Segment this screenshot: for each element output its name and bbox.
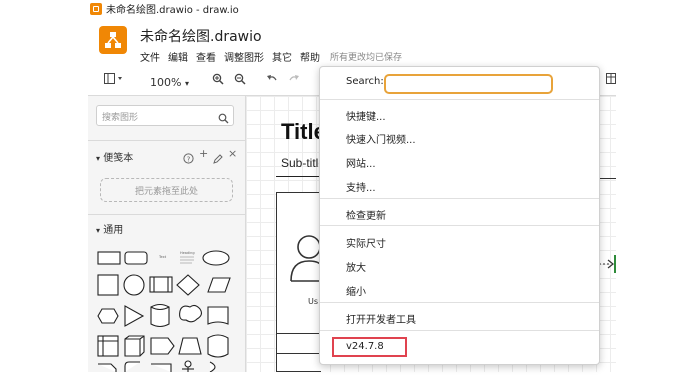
shape-heading-label: Heading bbox=[180, 251, 195, 255]
menu-separator bbox=[320, 198, 599, 199]
redo-icon[interactable] bbox=[288, 73, 300, 88]
chevron-down-icon: ▾ bbox=[184, 79, 189, 88]
view-panels-icon[interactable] bbox=[104, 73, 124, 89]
menu-item-zoom-out[interactable]: 缩小 bbox=[346, 283, 366, 298]
edit-pencil-icon[interactable] bbox=[213, 149, 223, 168]
window-titlebar: 未命名绘图.drawio - draw.io bbox=[88, 0, 616, 17]
diagram-divider bbox=[277, 353, 322, 354]
menu-item-actual-size[interactable]: 实际尺寸 bbox=[346, 235, 386, 250]
arrow-connector bbox=[599, 255, 616, 273]
close-icon[interactable]: × bbox=[228, 147, 237, 160]
menu-separator bbox=[320, 99, 599, 100]
shape-search-input[interactable]: 搜索图形 bbox=[96, 105, 234, 126]
menu-view[interactable]: 查看 bbox=[196, 49, 216, 64]
help-menu-dropdown: Search: 快捷键... 快速入门视频... 网站... 支持... 检查更… bbox=[319, 66, 600, 365]
window-title: 未命名绘图.drawio - draw.io bbox=[106, 5, 239, 16]
add-icon[interactable]: + bbox=[199, 147, 208, 160]
zoom-level[interactable]: 100% ▾ bbox=[150, 76, 189, 89]
undo-icon[interactable] bbox=[266, 73, 278, 88]
general-section-title: 通用 bbox=[103, 225, 124, 236]
scratchpad-dropzone[interactable]: 把元素拖至此处 bbox=[100, 178, 233, 202]
help-search-label: Search: bbox=[346, 76, 384, 87]
menu-item-quickstart-video[interactable]: 快速入门视频... bbox=[346, 131, 416, 146]
diagram-line bbox=[598, 178, 616, 179]
document-title[interactable]: 未命名绘图.drawio bbox=[140, 26, 262, 46]
zoom-in-icon[interactable] bbox=[212, 73, 224, 88]
shape-search-placeholder: 搜索图形 bbox=[102, 113, 139, 123]
menu-item-devtools[interactable]: 打开开发者工具 bbox=[346, 311, 416, 326]
app-version: v24.7.8 bbox=[346, 341, 384, 352]
drawio-logo-icon bbox=[99, 26, 127, 54]
diagram-container[interactable]: Us bbox=[276, 192, 323, 372]
menu-file[interactable]: 文件 bbox=[140, 49, 160, 64]
menu-edit[interactable]: 编辑 bbox=[168, 49, 188, 64]
app-header: 未命名绘图.drawio 文件 编辑 查看 调整图形 其它 帮助 所有更改均已保… bbox=[88, 17, 616, 67]
user-icon bbox=[290, 235, 323, 282]
user-label: Us bbox=[308, 297, 319, 306]
table-icon[interactable] bbox=[606, 73, 616, 88]
section-divider bbox=[88, 140, 245, 141]
section-divider bbox=[88, 214, 245, 215]
menu-separator bbox=[320, 302, 599, 303]
search-icon[interactable] bbox=[218, 109, 229, 128]
menu-help[interactable]: 帮助 bbox=[300, 49, 320, 64]
menu-arrange[interactable]: 调整图形 bbox=[224, 49, 264, 64]
chevron-down-icon: ▾ bbox=[96, 154, 101, 163]
menu-separator bbox=[320, 330, 599, 331]
dropzone-hint: 把元素拖至此处 bbox=[134, 187, 198, 197]
help-icon[interactable]: ? bbox=[183, 149, 194, 168]
menu-bar: 文件 编辑 查看 调整图形 其它 帮助 所有更改均已保存 bbox=[140, 49, 402, 64]
save-status: 所有更改均已保存 bbox=[330, 53, 403, 63]
chevron-down-icon: ▾ bbox=[96, 226, 101, 235]
zoom-out-icon[interactable] bbox=[234, 73, 246, 88]
menu-item-zoom-in[interactable]: 放大 bbox=[346, 259, 366, 274]
scratchpad-title: 便笺本 bbox=[103, 153, 134, 164]
menu-item-website[interactable]: 网站... bbox=[346, 155, 376, 170]
shape-palette[interactable]: Text Heading bbox=[96, 244, 236, 372]
drawio-small-icon bbox=[90, 2, 102, 15]
diagram-divider bbox=[277, 333, 322, 334]
menu-item-shortcuts[interactable]: 快捷键... bbox=[346, 108, 386, 123]
shapes-sidebar: 搜索图形 ▾ 便笺本 ? + × 把元素拖至此处 ▾ 通用 Text Headi… bbox=[88, 96, 246, 372]
menu-extras[interactable]: 其它 bbox=[272, 49, 292, 64]
menu-item-support[interactable]: 支持... bbox=[346, 179, 376, 194]
menu-item-check-updates[interactable]: 检查更新 bbox=[346, 207, 386, 222]
shape-text-label: Text bbox=[158, 255, 167, 259]
zoom-value: 100% bbox=[150, 76, 182, 89]
general-section-header[interactable]: ▾ 通用 bbox=[96, 221, 123, 236]
help-search-input[interactable] bbox=[384, 74, 553, 94]
menu-separator bbox=[320, 225, 599, 226]
svg-text:?: ? bbox=[187, 155, 191, 163]
scratchpad-header[interactable]: ▾ 便笺本 bbox=[96, 149, 133, 164]
